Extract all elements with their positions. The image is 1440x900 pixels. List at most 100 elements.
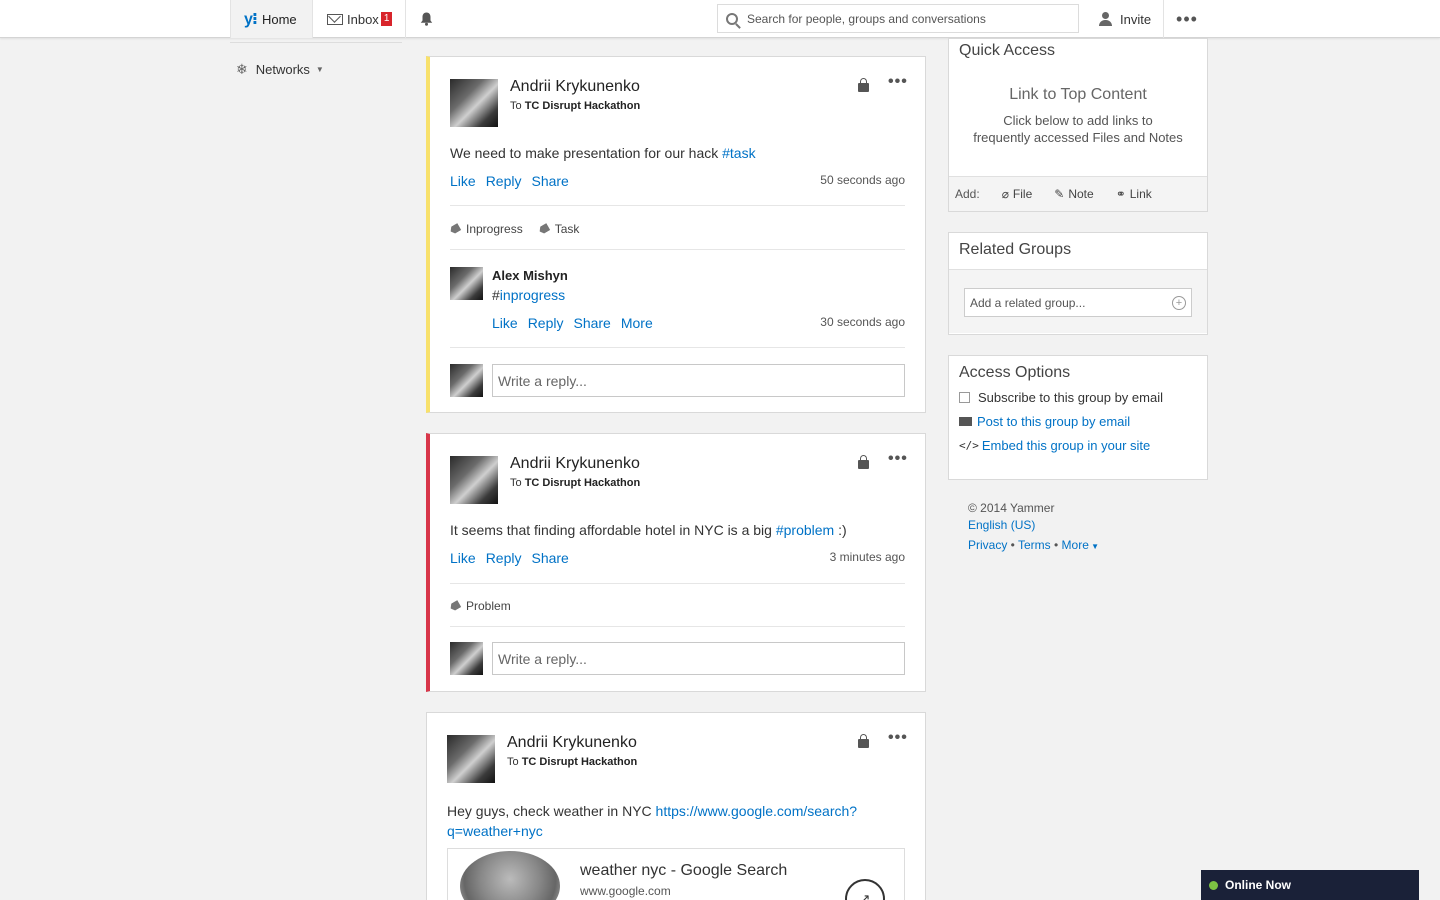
avatar[interactable] xyxy=(447,735,495,783)
share-button[interactable]: Share xyxy=(531,173,568,189)
paperclip-icon: ⌀ xyxy=(1001,187,1009,201)
online-now-bar[interactable]: Online Now xyxy=(1201,870,1419,900)
to-label: To xyxy=(510,477,522,489)
subscribe-checkbox[interactable] xyxy=(959,392,970,403)
avatar[interactable] xyxy=(450,456,498,504)
url-link-continued[interactable]: q=weather+nyc xyxy=(447,823,543,839)
inbox-tab[interactable]: Inbox 1 xyxy=(313,0,406,38)
home-label: Home xyxy=(261,11,297,27)
invite-button[interactable]: Invite xyxy=(1087,0,1164,38)
url-link[interactable]: https://www.google.com/search? xyxy=(656,803,858,819)
post-card: Andrii Krykunenko To TC Disrupt Hackatho… xyxy=(426,712,926,900)
to-label: To xyxy=(510,100,522,112)
home-tab[interactable]: y⁝ Home xyxy=(230,0,313,38)
lock-icon xyxy=(858,78,869,92)
hashtag-link[interactable]: #problem xyxy=(776,522,834,538)
embed-option[interactable]: </> Embed this group in your site xyxy=(949,438,1207,453)
post-timestamp[interactable]: 50 seconds ago xyxy=(820,173,905,187)
terms-link[interactable]: Terms xyxy=(1018,538,1051,552)
networks-label: Networks xyxy=(255,62,310,77)
more-link[interactable]: More xyxy=(1062,538,1089,552)
quick-access-subtitle: Link to Top Content xyxy=(1009,86,1147,103)
networks-dropdown[interactable]: ❄ Networks ▼ xyxy=(230,43,402,78)
access-options-panel: Access Options Subscribe to this group b… xyxy=(948,355,1208,480)
link-preview[interactable]: weather nyc - Google Search www.google.c… xyxy=(447,848,905,900)
reply-input[interactable] xyxy=(498,650,904,667)
add-note-button[interactable]: ✎ Note xyxy=(1054,187,1093,201)
add-link-button[interactable]: ⚭ Link xyxy=(1116,187,1152,201)
hashtag-link[interactable]: #task xyxy=(722,145,755,161)
online-status-icon xyxy=(1209,880,1218,890)
like-button[interactable]: Like xyxy=(450,173,476,189)
footer-links: Privacy • Terms • More ▼ xyxy=(968,538,1100,552)
post-menu-icon[interactable]: ••• xyxy=(888,450,908,468)
networks-icon: ❄ xyxy=(236,61,248,77)
post-recipient: To TC Disrupt Hackathon xyxy=(510,477,640,489)
post-card: Andrii Krykunenko To TC Disrupt Hackatho… xyxy=(426,433,926,692)
avatar[interactable] xyxy=(450,79,498,127)
add-file-button[interactable]: ⌀ File xyxy=(1002,187,1033,201)
post-by-email-option[interactable]: Post to this group by email xyxy=(949,414,1207,429)
inbox-icon xyxy=(327,13,343,25)
post-author[interactable]: Andrii Krykunenko xyxy=(510,78,640,96)
like-button[interactable]: Like xyxy=(450,550,476,566)
comment-author[interactable]: Alex Mishyn xyxy=(492,268,568,283)
avatar[interactable] xyxy=(450,267,483,300)
add-file-label: File xyxy=(1012,187,1033,201)
share-button[interactable]: Share xyxy=(573,315,610,331)
topic-tag[interactable]: Task xyxy=(537,222,579,236)
chevron-down-icon[interactable]: ▼ xyxy=(1089,542,1099,551)
external-link-icon[interactable]: ↗ xyxy=(845,879,885,900)
reply-input[interactable] xyxy=(498,372,904,389)
more-button[interactable]: More xyxy=(621,315,653,331)
related-groups-body: + xyxy=(949,269,1207,333)
topic-tag[interactable]: Problem xyxy=(450,599,511,613)
subscribe-label: Subscribe to this group by email xyxy=(978,390,1163,405)
topic-tag[interactable]: Inprogress xyxy=(450,222,523,236)
post-menu-icon[interactable]: ••• xyxy=(888,729,908,747)
group-link[interactable]: TC Disrupt Hackathon xyxy=(522,756,638,768)
post-timestamp[interactable]: 3 minutes ago xyxy=(830,550,905,564)
post-recipient: To TC Disrupt Hackathon xyxy=(507,756,637,768)
post-by-email-link[interactable]: Post to this group by email xyxy=(977,414,1130,429)
weather-cloud-icon xyxy=(460,851,560,900)
note-edit-icon: ✎ xyxy=(1054,187,1065,201)
preview-title[interactable]: weather nyc - Google Search xyxy=(580,862,787,880)
post-menu-icon[interactable]: ••• xyxy=(888,73,908,91)
post-author[interactable]: Andrii Krykunenko xyxy=(507,734,637,752)
reply-button[interactable]: Reply xyxy=(528,315,564,331)
group-link[interactable]: TC Disrupt Hackathon xyxy=(525,100,641,112)
like-button[interactable]: Like xyxy=(492,315,518,331)
copyright: © 2014 Yammer xyxy=(968,501,1055,515)
left-nav: ❄ Networks ▼ xyxy=(230,42,402,78)
language-link[interactable]: English (US) xyxy=(968,518,1035,532)
subscribe-option[interactable]: Subscribe to this group by email xyxy=(949,390,1207,405)
reply-button[interactable]: Reply xyxy=(486,173,522,189)
add-circle-icon[interactable]: + xyxy=(1172,295,1186,310)
post-author[interactable]: Andrii Krykunenko xyxy=(510,455,640,473)
chevron-down-icon: ▼ xyxy=(315,65,324,74)
notifications-bell-icon[interactable] xyxy=(406,0,446,38)
embed-link[interactable]: Embed this group in your site xyxy=(982,438,1150,453)
avatar xyxy=(450,364,483,397)
reply-button[interactable]: Reply xyxy=(486,550,522,566)
search-bar[interactable] xyxy=(717,4,1079,33)
add-link-label: Link xyxy=(1129,187,1152,201)
hashtag-link[interactable]: inprogress xyxy=(500,287,565,303)
reply-field[interactable] xyxy=(492,642,905,675)
invite-label: Invite xyxy=(1120,11,1152,27)
description-line: Click below to add links to xyxy=(1003,113,1153,128)
envelope-icon xyxy=(959,417,972,426)
privacy-link[interactable]: Privacy xyxy=(968,538,1007,552)
reply-field[interactable] xyxy=(492,364,905,397)
comment-timestamp[interactable]: 30 seconds ago xyxy=(820,315,905,329)
tag-icon xyxy=(449,223,462,235)
related-group-input[interactable] xyxy=(970,295,1170,310)
group-link[interactable]: TC Disrupt Hackathon xyxy=(525,477,641,489)
search-input[interactable] xyxy=(747,11,1067,26)
related-group-field[interactable]: + xyxy=(964,288,1192,317)
share-button[interactable]: Share xyxy=(531,550,568,566)
more-menu-icon[interactable]: ••• xyxy=(1164,0,1210,38)
tag-icon xyxy=(537,223,550,235)
post-text: It seems that finding affordable hotel i… xyxy=(450,522,776,538)
